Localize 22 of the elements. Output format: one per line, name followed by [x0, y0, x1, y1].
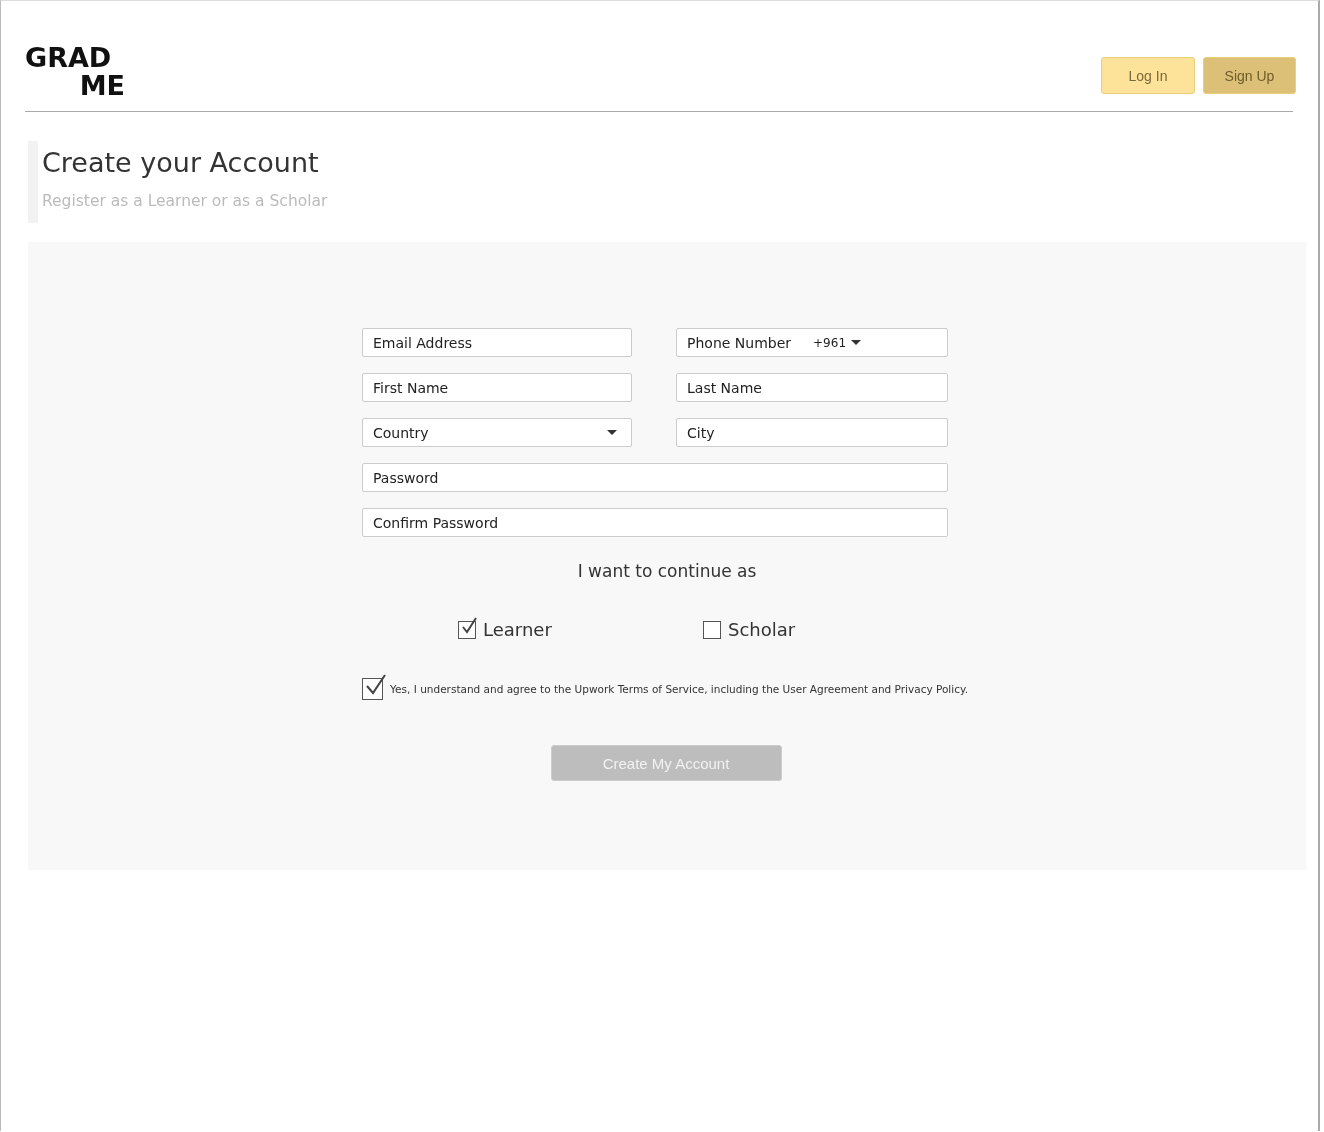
caret-icon [851, 340, 862, 345]
terms-label: Yes, I understand and agree to the Upwork Terms of Service, including the User Agreement and Privacy Policy. [390, 683, 968, 695]
input-field[interactable]: Password [362, 463, 948, 492]
page-subtitle: Register as a Learner or as a Scholar [42, 192, 328, 210]
country-code: +961 [813, 335, 847, 350]
phone-field[interactable]: Phone Number +961 [676, 328, 948, 357]
gradme-logo: GRAD ME [25, 44, 125, 100]
log-in-button[interactable]: Log In [1101, 57, 1195, 94]
role-prompt: I want to continue as [576, 561, 758, 581]
sign-up-button[interactable]: Sign Up [1203, 57, 1296, 94]
input-field[interactable]: Confirm Password [362, 508, 948, 537]
checkbox[interactable] [458, 620, 476, 639]
dropdown-field[interactable]: Country [362, 418, 632, 447]
input-field[interactable]: First Name [362, 373, 632, 402]
role-label: Learner [483, 619, 552, 640]
page-title: Create your Account [42, 147, 320, 178]
input-field[interactable]: City [676, 418, 948, 447]
input-field[interactable]: Email Address [362, 328, 632, 357]
input-field[interactable]: Last Name [676, 373, 948, 402]
checkbox[interactable] [703, 620, 721, 639]
caret-icon [607, 430, 617, 435]
role-label: Scholar [728, 619, 796, 640]
